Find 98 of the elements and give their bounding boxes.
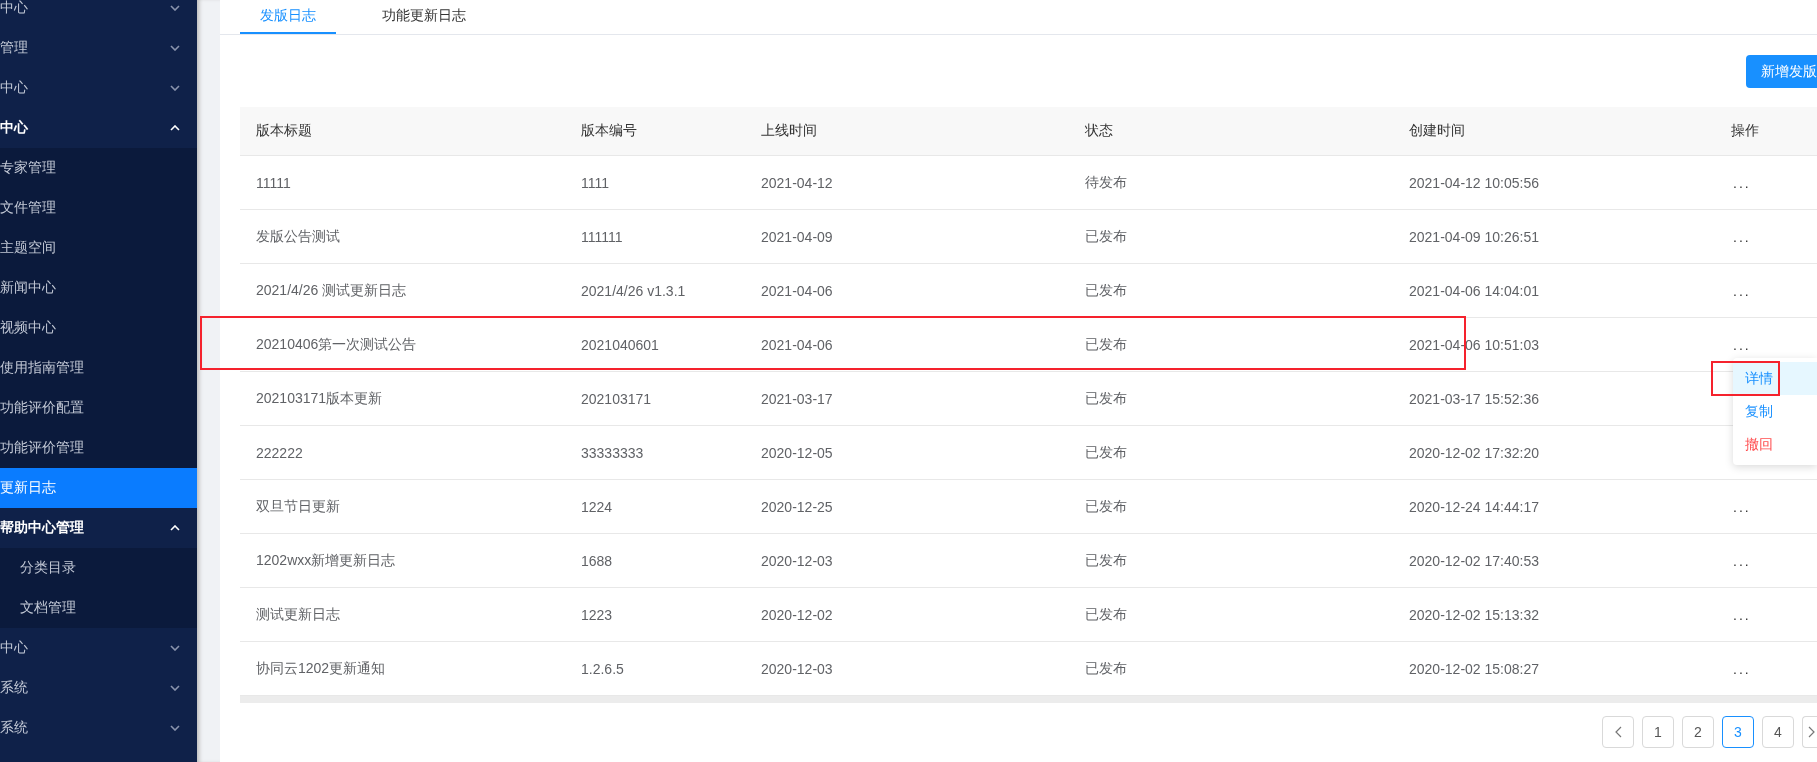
table-cell-text: 1224 [580,498,614,515]
table-cell-text: 11111 [255,174,292,191]
more-actions-link[interactable]: ... [1715,498,1817,515]
more-actions-link[interactable]: ... [1715,606,1817,623]
table-cell-text: 2021-03-17 [760,390,834,407]
menu-group[interactable]: 中心 [0,628,197,668]
table-cell-text: 已发布 [1084,659,1128,678]
table-cell-text: 已发布 [1084,605,1128,624]
tab[interactable]: 功能更新日志 [362,0,486,34]
table-cell-text: 2020-12-02 15:08:27 [1408,660,1540,677]
menu-item[interactable]: 功能评价配置 [0,388,197,428]
more-actions-link[interactable]: ... [1715,336,1817,353]
table-cell-text: 已发布 [1084,443,1128,462]
table-cell-text: 1223 [580,606,614,623]
chevron-up-icon [170,525,180,531]
table-cell-text: 2021-04-12 [760,174,834,191]
table-cell-text: 20210406第一次测试公告 [255,335,418,354]
table-cell-text: 发版公告测试 [255,227,341,246]
chevron-up-icon [170,125,180,131]
table-cell-text: 2020-12-03 [760,660,834,677]
column-header: 版本标题 [255,122,313,140]
column-header: 操作 [1730,122,1760,140]
table-cell-text: 33333333 [580,444,645,461]
chevron-down-icon [170,45,180,51]
table-cell-text: 2021-04-12 10:05:56 [1408,174,1540,191]
table-cell-text: 2021-03-17 15:52:36 [1408,390,1540,407]
table-cell-text: 2021/4/26 测试更新日志 [255,281,408,300]
chevron-down-icon [170,5,180,11]
more-actions-link[interactable]: ... [1715,228,1817,245]
menu-item[interactable]: 更新日志 [0,468,197,508]
table-cell-text: 已发布 [1084,227,1128,246]
chevron-left-icon [1614,726,1622,738]
table-cell-text: 2021-04-06 [760,282,834,299]
chevron-down-icon [170,685,180,691]
table-cell-text: 2020-12-02 [760,606,834,623]
menu-item[interactable]: 专家管理 [0,148,197,188]
menu-group[interactable]: 中心 [0,0,197,28]
more-actions-link[interactable]: ... [1715,552,1817,569]
page-button[interactable]: 2 [1682,716,1714,748]
table-cell-text: 202103171版本更新 [255,389,384,408]
table-cell-text: 协同云1202更新通知 [255,659,387,678]
table-cell-text: 2021040601 [580,336,660,353]
table-cell-text: 已发布 [1084,497,1128,516]
table-cell-text: 2020-12-05 [760,444,834,461]
table-cell-text: 2020-12-02 17:40:53 [1408,552,1540,569]
chevron-down-icon [170,725,180,731]
menu-item[interactable]: 视频中心 [0,308,197,348]
table-cell-text: 222222 [255,444,304,461]
column-header: 版本编号 [580,122,638,140]
menu-group[interactable]: 系统 [0,668,197,708]
table-cell-text: 111111 [580,228,624,245]
more-actions-link[interactable]: ... [1715,174,1817,191]
table-cell-text: 2020-12-02 15:13:32 [1408,606,1540,623]
menu-group[interactable]: 帮助中心管理 [0,508,197,548]
table-cell-text: 202103171 [580,390,653,407]
table-cell-text: 双旦节日更新 [255,497,341,516]
column-header: 状态 [1084,122,1114,140]
menu-item[interactable]: 文件管理 [0,188,197,228]
next-page-button[interactable] [1802,716,1817,748]
table-cell-text: 2021-04-09 10:26:51 [1408,228,1540,245]
table-cell-text: 1.2.6.5 [580,660,625,677]
table-cell-text: 已发布 [1084,551,1128,570]
column-header: 上线时间 [760,122,818,140]
table-cell-text: 2020-12-02 17:32:20 [1408,444,1540,461]
table-cell-text: 已发布 [1084,389,1128,408]
table-cell-text: 1202wxx新增更新日志 [255,551,397,570]
chevron-down-icon [170,85,180,91]
previous-page-button[interactable] [1602,716,1634,748]
table-cell-text: 2020-12-25 [760,498,834,515]
table-cell-text: 已发布 [1084,335,1128,354]
more-actions-link[interactable]: ... [1715,660,1817,677]
menu-group[interactable]: 中心 [0,68,197,108]
menu-item[interactable]: 功能评价管理 [0,428,197,468]
menu-group[interactable]: 管理 [0,28,197,68]
menu-item[interactable]: 分类目录 [0,548,197,588]
table-cell-text: 待发布 [1084,173,1128,192]
table-cell-text: 2021/4/26 v1.3.1 [580,282,687,299]
table-cell-text: 测试更新日志 [255,605,341,624]
chevron-down-icon [170,645,180,651]
table-cell-text: 已发布 [1084,281,1128,300]
page-button[interactable]: 4 [1762,716,1794,748]
table-cell-text: 1688 [580,552,614,569]
column-header: 创建时间 [1408,122,1466,140]
table-cell-text: 2021-04-06 14:04:01 [1408,282,1540,299]
menu-item[interactable]: 主题空间 [0,228,197,268]
menu-group[interactable]: 系统 [0,708,197,748]
page-button[interactable]: 1 [1642,716,1674,748]
table-cell-text: 2020-12-03 [760,552,834,569]
menu-group[interactable]: 中心 [0,108,197,148]
menu-item[interactable]: 新闻中心 [0,268,197,308]
table-cell-text: 2021-04-06 [760,336,834,353]
table-cell-text: 2021-04-09 [760,228,834,245]
menu-item[interactable]: 文档管理 [0,588,197,628]
menu-item[interactable]: 使用指南管理 [0,348,197,388]
table-cell-text: 1111 [580,174,611,191]
table-cell-text: 2020-12-24 14:44:17 [1408,498,1540,515]
more-actions-link[interactable]: ... [1715,282,1817,299]
chevron-right-icon [1808,726,1815,738]
